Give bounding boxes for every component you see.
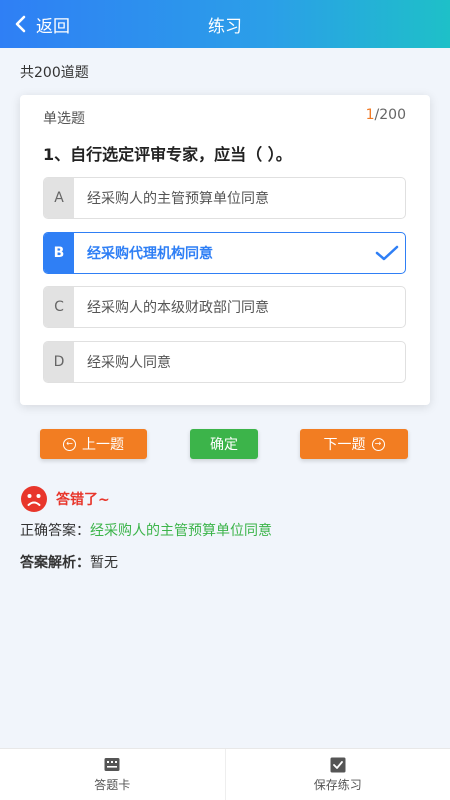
chevron-left-icon: [15, 15, 26, 33]
option-letter: C: [44, 287, 74, 327]
top-bar: 返回 练习: [0, 0, 450, 48]
back-button[interactable]: 返回: [14, 0, 70, 48]
prev-button-label: 上一题: [82, 437, 124, 453]
option-d[interactable]: D 经采购人同意: [43, 341, 406, 383]
answer-card-icon: [104, 757, 120, 771]
prev-question-button[interactable]: ← 上一题: [40, 429, 147, 459]
save-check-icon: [330, 757, 346, 772]
progress-current: 1: [365, 107, 375, 123]
bottom-tab-bar: 答题卡 保存练习: [0, 748, 450, 800]
progress-total: /200: [374, 107, 406, 123]
question-text: 1、自行选定评审专家，应当（ ）。: [43, 145, 292, 164]
tab-answer-card[interactable]: 答题卡: [0, 749, 225, 800]
option-text: 经采购人的主管预算单位同意: [87, 191, 269, 207]
prev-arrow-icon: ←: [63, 437, 76, 451]
confirm-button[interactable]: 确定: [190, 429, 258, 459]
option-letter: D: [44, 342, 74, 382]
question-count: 共200道题: [20, 65, 89, 81]
checkmark-icon: [375, 245, 399, 261]
next-question-button[interactable]: 下一题 →: [300, 429, 408, 459]
option-text: 经采购代理机构同意: [87, 246, 213, 262]
answer-result: 答错了~: [20, 485, 110, 513]
option-letter: B: [44, 233, 74, 273]
analysis-label: 答案解析：: [20, 555, 90, 571]
analysis-value: 暂无: [90, 555, 118, 571]
option-text: 经采购人的本级财政部门同意: [87, 300, 269, 316]
option-c[interactable]: C 经采购人的本级财政部门同意: [43, 286, 406, 328]
question-type-label: 单选题: [43, 111, 85, 127]
question-card: 单选题 1/200 1、自行选定评审专家，应当（ ）。 A 经采购人的主管预算单…: [20, 95, 430, 405]
next-button-label: 下一题: [323, 437, 366, 453]
correct-answer-value: 经采购人的主管预算单位同意: [90, 523, 272, 539]
option-b[interactable]: B 经采购代理机构同意: [43, 232, 406, 274]
sad-face-icon: [21, 486, 47, 512]
tab-answer-card-label: 答题卡: [94, 777, 131, 792]
confirm-button-label: 确定: [210, 437, 238, 453]
tab-save-practice[interactable]: 保存练习: [224, 749, 450, 800]
option-letter: A: [44, 178, 74, 218]
result-status: 答错了~: [56, 492, 110, 508]
correct-answer-label: 正确答案：: [20, 523, 90, 539]
question-progress: 1/200: [366, 107, 406, 123]
back-label: 返回: [36, 16, 70, 37]
tab-save-practice-label: 保存练习: [313, 777, 362, 792]
correct-answer-row: 正确答案：经采购人的主管预算单位同意: [20, 520, 272, 540]
option-a[interactable]: A 经采购人的主管预算单位同意: [43, 177, 406, 219]
option-text: 经采购人同意: [87, 355, 171, 371]
analysis-row: 答案解析：暂无: [20, 552, 118, 572]
next-arrow-icon: →: [371, 437, 385, 451]
